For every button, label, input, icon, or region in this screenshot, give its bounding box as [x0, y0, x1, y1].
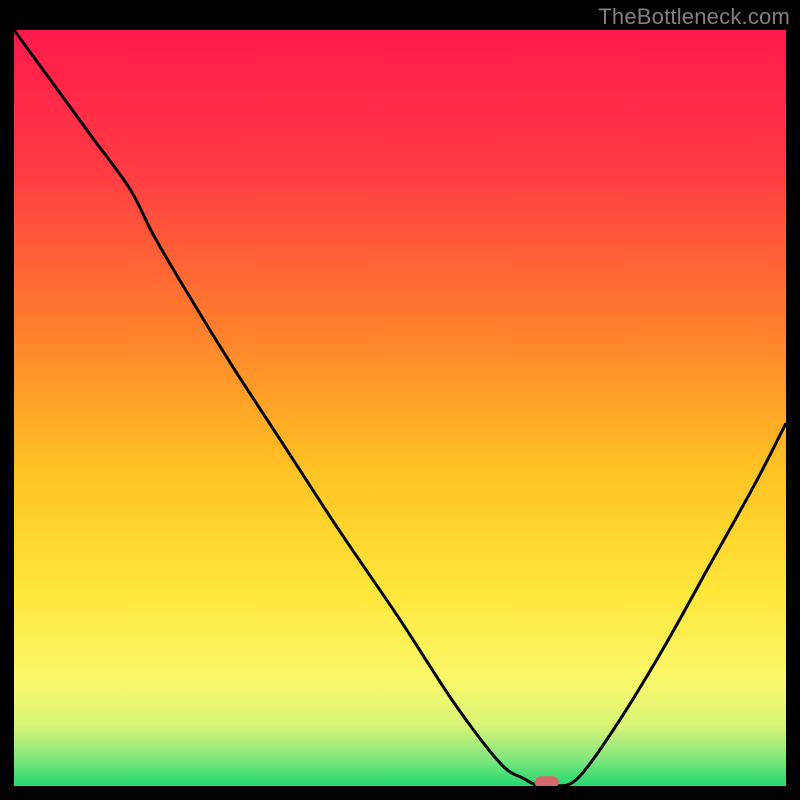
chart-frame: TheBottleneck.com: [0, 0, 800, 800]
optimal-marker: [535, 776, 559, 788]
gradient-background: [14, 30, 786, 786]
bottleneck-chart: [0, 0, 800, 800]
